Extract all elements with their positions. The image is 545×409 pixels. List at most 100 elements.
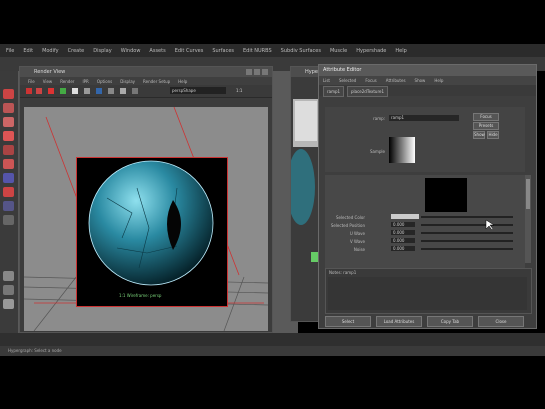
selected-color-slider[interactable]	[421, 216, 513, 218]
attr-menu-item[interactable]: List	[323, 78, 330, 83]
notes-label: Notes: ramp1	[329, 270, 357, 275]
ramp-preview[interactable]	[425, 178, 467, 212]
menu-item[interactable]: Assets	[149, 48, 165, 54]
attr-menu-item[interactable]: Attributes	[386, 78, 406, 83]
layout-outliner-icon[interactable]	[3, 285, 14, 295]
attr-menu-item[interactable]: Help	[434, 78, 443, 83]
select-button[interactable]: Select	[325, 316, 371, 327]
attr-menu-item[interactable]: Selected	[339, 78, 356, 83]
manipulator-tool-icon[interactable]	[3, 173, 14, 183]
alpha-channel-icon[interactable]	[96, 88, 102, 94]
menu-item[interactable]: Edit	[23, 48, 33, 54]
mouse-cursor-icon	[485, 219, 495, 231]
render-region-icon[interactable]	[36, 88, 42, 94]
scrollbar-thumb[interactable]	[526, 179, 530, 209]
render-view-toolbar: perspShape 1:1	[20, 85, 272, 98]
show-button[interactable]: Show	[473, 131, 485, 139]
menu-item[interactable]: File	[6, 48, 14, 54]
snapshot-icon[interactable]	[48, 88, 54, 94]
menu-item[interactable]: Edit Curves	[175, 48, 204, 54]
top-black-margin	[0, 0, 545, 44]
attribute-editor-window: Attribute Editor List Selected Focus Att…	[318, 64, 537, 329]
render-menu-item[interactable]: Help	[178, 79, 187, 84]
attr-menu-item[interactable]: Show	[415, 78, 426, 83]
select-tool-icon[interactable]	[3, 89, 14, 99]
render-caption: 1:1 Wireframe: persp	[119, 293, 162, 298]
menu-item[interactable]: Muscle	[330, 48, 347, 54]
render-menu-item[interactable]: Options	[97, 79, 112, 84]
menu-item[interactable]: Modify	[42, 48, 59, 54]
menu-item[interactable]: Edit NURBS	[243, 48, 272, 54]
close-icon[interactable]	[262, 69, 268, 75]
rotate-tool-icon[interactable]	[3, 145, 14, 155]
camera-select[interactable]: perspShape	[170, 87, 226, 94]
real-size-icon[interactable]	[108, 88, 114, 94]
rgb-channel-icon[interactable]	[84, 88, 90, 94]
help-line: Hypergraph: Select a node	[0, 346, 545, 356]
layout-graph-icon[interactable]	[3, 299, 14, 309]
load-attributes-button[interactable]: Load Attributes	[376, 316, 422, 327]
render-view-menu: File View Render IPR Options Display Ren…	[20, 77, 272, 85]
attr-menu-item[interactable]: Focus	[365, 78, 376, 83]
menu-item[interactable]: Help	[395, 48, 406, 54]
render-menu-item[interactable]: View	[43, 79, 53, 84]
render-viewport[interactable]: 1:1 Wireframe: persp	[24, 107, 268, 331]
keep-image-icon[interactable]	[120, 88, 126, 94]
render-view-title: Render View	[34, 69, 66, 75]
paint-tool-icon[interactable]	[3, 117, 14, 127]
last-tool-icon[interactable]	[3, 187, 14, 197]
menu-item[interactable]: Create	[68, 48, 85, 54]
v-wave-field[interactable]: 0.000	[391, 238, 415, 243]
menu-item[interactable]: Window	[121, 48, 141, 54]
rendered-eye-sphere	[88, 160, 214, 286]
attribute-editor-title-bar[interactable]: Attribute Editor	[319, 65, 536, 76]
render-region[interactable]: 1:1 Wireframe: persp	[76, 157, 228, 307]
menu-item[interactable]: Hypershade	[356, 48, 386, 54]
render-menu-item[interactable]: Render Setup	[143, 79, 170, 84]
selected-position-field[interactable]: 0.000	[391, 222, 415, 227]
shader-swatch-thumb	[295, 101, 317, 141]
menu-item[interactable]: Display	[93, 48, 111, 54]
move-tool-icon[interactable]	[3, 131, 14, 141]
tab-ramp1[interactable]: ramp1	[323, 86, 345, 97]
render-menu-item[interactable]: File	[28, 79, 35, 84]
notes-textarea[interactable]	[328, 277, 527, 310]
u-wave-slider[interactable]	[421, 232, 513, 234]
zoom-value: 1:1	[236, 88, 243, 93]
minimize-icon[interactable]	[246, 69, 252, 75]
v-wave-slider[interactable]	[421, 240, 513, 242]
field-label: V Wave	[350, 239, 365, 244]
node-tabs: ramp1 place2dTexture1	[319, 85, 536, 97]
menu-item[interactable]: Surfaces	[212, 48, 234, 54]
ramp-attributes-panel: Selected Color Selected Position 0.000 U…	[325, 175, 531, 269]
hide-button[interactable]: Hide	[487, 131, 499, 139]
refresh-icon[interactable]	[72, 88, 78, 94]
presets-button[interactable]: Presets	[473, 122, 499, 130]
selected-color-swatch[interactable]	[391, 214, 419, 219]
sphere-thumbnail[interactable]	[291, 149, 315, 225]
layout-four-icon[interactable]	[3, 215, 14, 225]
remove-image-icon[interactable]	[132, 88, 138, 94]
render-menu-item[interactable]: IPR	[82, 79, 88, 84]
ramp-name-field[interactable]: ramp1	[389, 115, 459, 121]
scale-tool-icon[interactable]	[3, 159, 14, 169]
close-button[interactable]: Close	[478, 316, 524, 327]
menu-item[interactable]: Subdiv Surfaces	[281, 48, 321, 54]
noise-field[interactable]: 0.000	[391, 246, 415, 251]
tab-place2dtexture1[interactable]: place2dTexture1	[347, 86, 389, 97]
layout-single-icon[interactable]	[3, 201, 14, 211]
redo-render-icon[interactable]	[26, 88, 32, 94]
u-wave-field[interactable]: 0.000	[391, 230, 415, 235]
copy-tab-button[interactable]: Copy Tab	[427, 316, 473, 327]
maximize-icon[interactable]	[254, 69, 260, 75]
ipr-render-icon[interactable]	[60, 88, 66, 94]
focus-button[interactable]: Focus	[473, 113, 499, 121]
selected-position-slider[interactable]	[421, 224, 513, 226]
layout-persp-icon[interactable]	[3, 271, 14, 281]
render-view-title-bar[interactable]: Render View	[20, 67, 272, 77]
lasso-tool-icon[interactable]	[3, 103, 14, 113]
noise-slider[interactable]	[421, 248, 513, 250]
render-menu-item[interactable]: Display	[120, 79, 135, 84]
render-menu-item[interactable]: Render	[60, 79, 74, 84]
scrollbar[interactable]	[525, 175, 531, 263]
